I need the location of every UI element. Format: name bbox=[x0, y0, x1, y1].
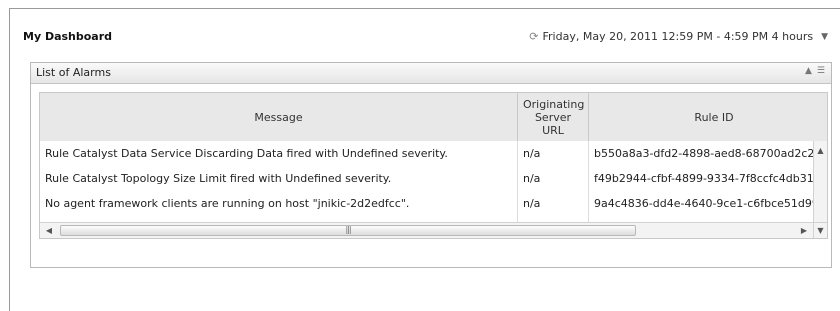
time-range-label: Friday, May 20, 2011 12:59 PM - 4:59 PM … bbox=[542, 30, 814, 43]
server-url-cell: n/a bbox=[518, 141, 589, 166]
panel-header: List of Alarms ▲ ☰ bbox=[31, 63, 831, 84]
panel-tools: ▲ ☰ bbox=[805, 66, 825, 76]
scroll-up-icon[interactable]: ▲ bbox=[814, 144, 827, 158]
panel-title: List of Alarms bbox=[36, 66, 111, 79]
table-row[interactable]: Rule Catalyst Topology Size Limit fired … bbox=[40, 166, 827, 192]
horizontal-scroll-thumb[interactable]: ||| bbox=[60, 225, 636, 236]
grip-icon: ||| bbox=[345, 225, 351, 234]
panel-menu-icon[interactable]: ☰ bbox=[817, 66, 825, 76]
message-cell: Rule Catalyst Topology Size Limit fired … bbox=[40, 166, 518, 191]
server-url-cell: n/a bbox=[518, 166, 589, 191]
table-row[interactable]: Rule Catalyst Data Service Discarding Da… bbox=[40, 141, 827, 167]
alarms-panel: List of Alarms ▲ ☰ Message Originating S… bbox=[30, 62, 832, 268]
column-header-message[interactable]: Message bbox=[40, 93, 518, 141]
column-header-server-url-label: Originating Server URL bbox=[523, 97, 585, 137]
time-range-selector[interactable]: ⟳ Friday, May 20, 2011 12:59 PM - 4:59 P… bbox=[529, 30, 828, 43]
table-header: Message Originating Server URL Rule ID bbox=[40, 93, 827, 142]
vertical-scrollbar[interactable]: ▲ bbox=[813, 141, 827, 224]
table-row[interactable]: No agent framework clients are running o… bbox=[40, 191, 827, 217]
message-cell: No agent framework clients are running o… bbox=[40, 191, 518, 216]
message-cell: Rule Catalyst Data Service Discarding Da… bbox=[40, 141, 518, 166]
horizontal-scrollbar[interactable]: ◀ ||| ▶ bbox=[40, 222, 813, 238]
collapse-icon[interactable]: ▲ bbox=[805, 66, 812, 76]
rule-id-cell: f49b2944-cfbf-4899-9334-7f8ccfc4db31 bbox=[594, 172, 814, 185]
dashboard-title: My Dashboard bbox=[23, 30, 113, 43]
column-header-rule-id[interactable]: Rule ID bbox=[589, 93, 827, 141]
alarms-table: Message Originating Server URL Rule ID R… bbox=[39, 92, 828, 239]
chevron-down-icon[interactable]: ▼ bbox=[821, 32, 828, 42]
server-url-cell: n/a bbox=[518, 191, 589, 216]
scroll-right-icon[interactable]: ▶ bbox=[797, 223, 811, 238]
rule-id-cell: 9a4c4836-dd4e-4640-9ce1-c6fbce51d99 bbox=[594, 197, 819, 210]
scroll-left-icon[interactable]: ◀ bbox=[42, 223, 56, 238]
column-header-server-url[interactable]: Originating Server URL bbox=[518, 93, 589, 141]
scroll-down-icon[interactable]: ▼ bbox=[813, 222, 827, 238]
rule-id-cell: b550a8a3-dfd2-4898-aed8-68700ad2c2d bbox=[594, 147, 822, 160]
refresh-icon[interactable]: ⟳ bbox=[529, 30, 538, 43]
